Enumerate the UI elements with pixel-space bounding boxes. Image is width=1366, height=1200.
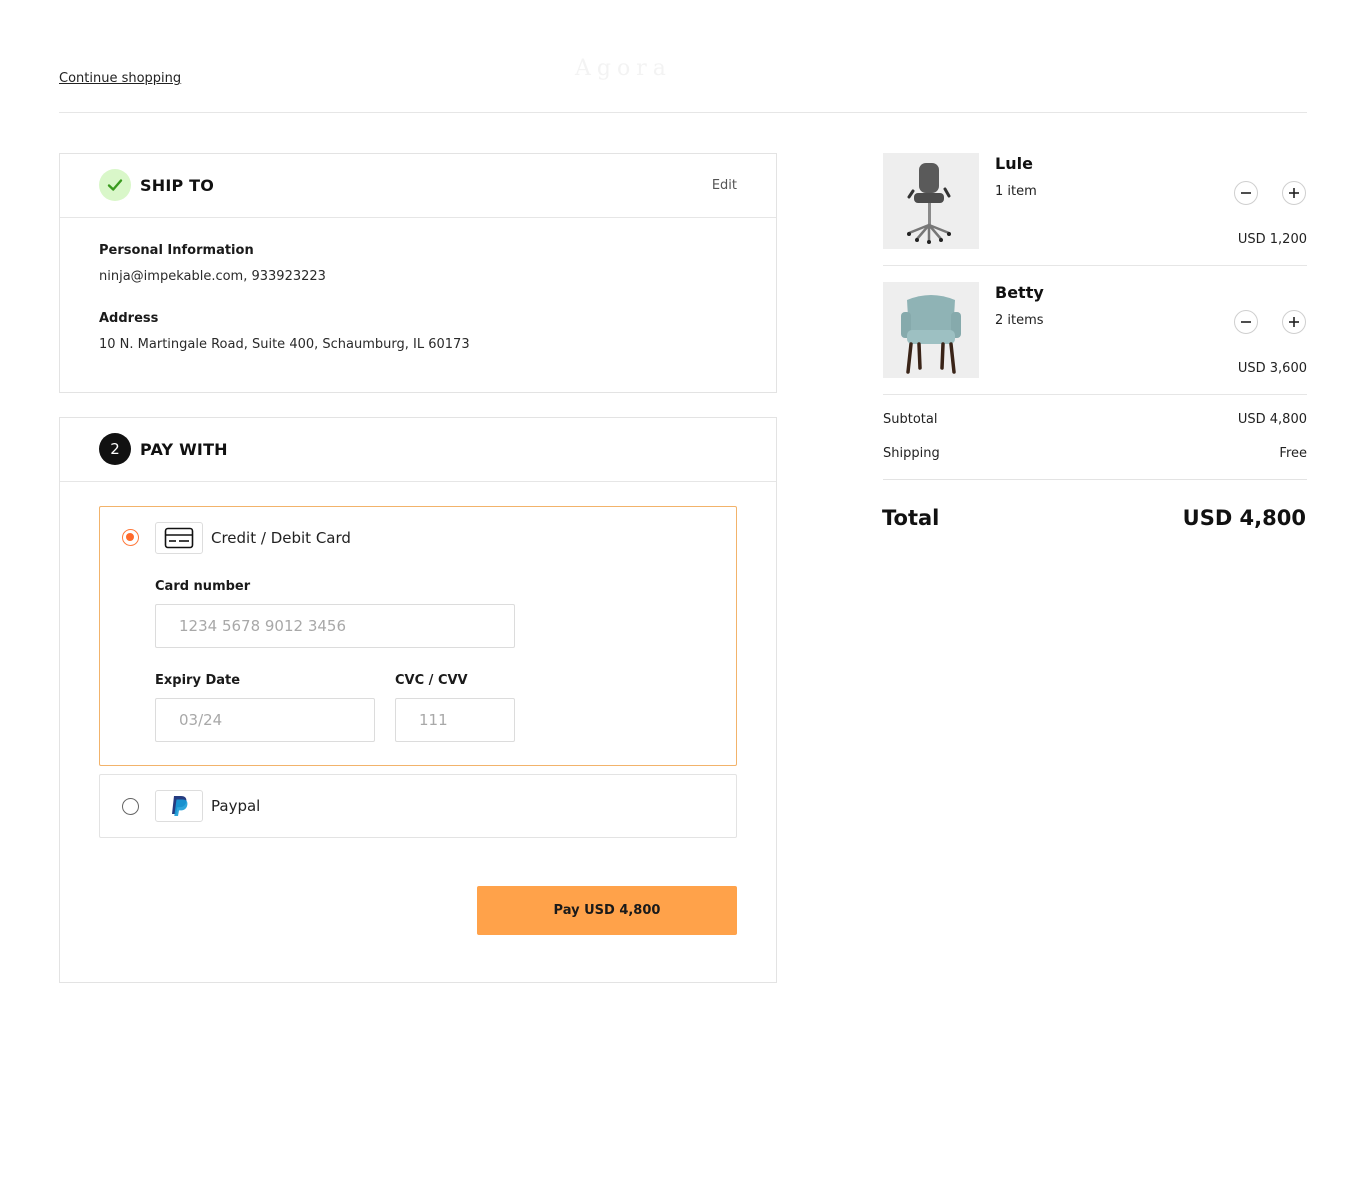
paypal-payment-option[interactable]: Paypal (99, 774, 737, 838)
pay-button[interactable]: Pay USD 4,800 (477, 886, 737, 935)
cart-item: Betty 2 items USD 3,600 (883, 282, 1307, 395)
minus-icon[interactable] (1234, 310, 1258, 334)
header-divider (59, 112, 1307, 113)
cart-item: Lule 1 item USD 1,200 (883, 153, 1307, 266)
credit-card-icon (155, 522, 203, 554)
card-radio[interactable] (122, 529, 139, 546)
pay-with-header: 2 PAY WITH (60, 418, 776, 482)
minus-icon[interactable] (1234, 181, 1258, 205)
edit-shipping-link[interactable]: Edit (712, 178, 737, 193)
card-number-input[interactable] (155, 604, 515, 648)
shipping-label: Shipping (883, 446, 940, 461)
paypal-radio[interactable] (122, 798, 139, 815)
ship-to-panel: SHIP TO Edit Personal Information ninja@… (59, 153, 777, 393)
pay-with-title: PAY WITH (140, 440, 228, 459)
item-price: USD 1,200 (1237, 232, 1307, 247)
ship-to-header: SHIP TO Edit (60, 154, 776, 218)
ship-to-title: SHIP TO (140, 176, 215, 195)
card-payment-option[interactable]: Credit / Debit Card Card number Expiry D… (99, 506, 737, 766)
item-name: Betty (995, 283, 1044, 302)
pay-with-panel: 2 PAY WITH Credit / Debit Card Card numb… (59, 417, 777, 983)
armchair-image (883, 282, 979, 378)
subtotal-value: USD 4,800 (1237, 412, 1307, 427)
logo: Agora (575, 56, 672, 81)
expiry-date-label: Expiry Date (155, 673, 241, 688)
item-name: Lule (995, 154, 1033, 173)
personal-info-value: ninja@impekable.com, 933923223 (99, 269, 326, 284)
paypal-icon (155, 790, 203, 822)
card-number-label: Card number (155, 579, 251, 594)
check-icon (99, 169, 131, 201)
continue-shopping-link[interactable]: Continue shopping (59, 71, 181, 86)
address-value: 10 N. Martingale Road, Suite 400, Schaum… (99, 337, 470, 352)
expiry-date-input[interactable] (155, 698, 375, 742)
cvc-input[interactable] (395, 698, 515, 742)
address-label: Address (99, 311, 159, 326)
summary-divider (883, 479, 1307, 480)
cvc-label: CVC / CVV (395, 673, 468, 688)
plus-icon[interactable] (1282, 181, 1306, 205)
item-price: USD 3,600 (1237, 361, 1307, 376)
office-chair-image (883, 153, 979, 249)
step-number-badge: 2 (99, 433, 131, 465)
item-quantity: 1 item (995, 184, 1037, 199)
card-option-label: Credit / Debit Card (211, 529, 351, 547)
total-value: USD 4,800 (1182, 506, 1306, 530)
shipping-value: Free (1279, 446, 1307, 461)
personal-info-label: Personal Information (99, 243, 254, 258)
item-quantity: 2 items (995, 313, 1044, 328)
subtotal-label: Subtotal (883, 412, 938, 427)
total-label: Total (882, 506, 940, 530)
paypal-option-label: Paypal (211, 797, 261, 815)
plus-icon[interactable] (1282, 310, 1306, 334)
